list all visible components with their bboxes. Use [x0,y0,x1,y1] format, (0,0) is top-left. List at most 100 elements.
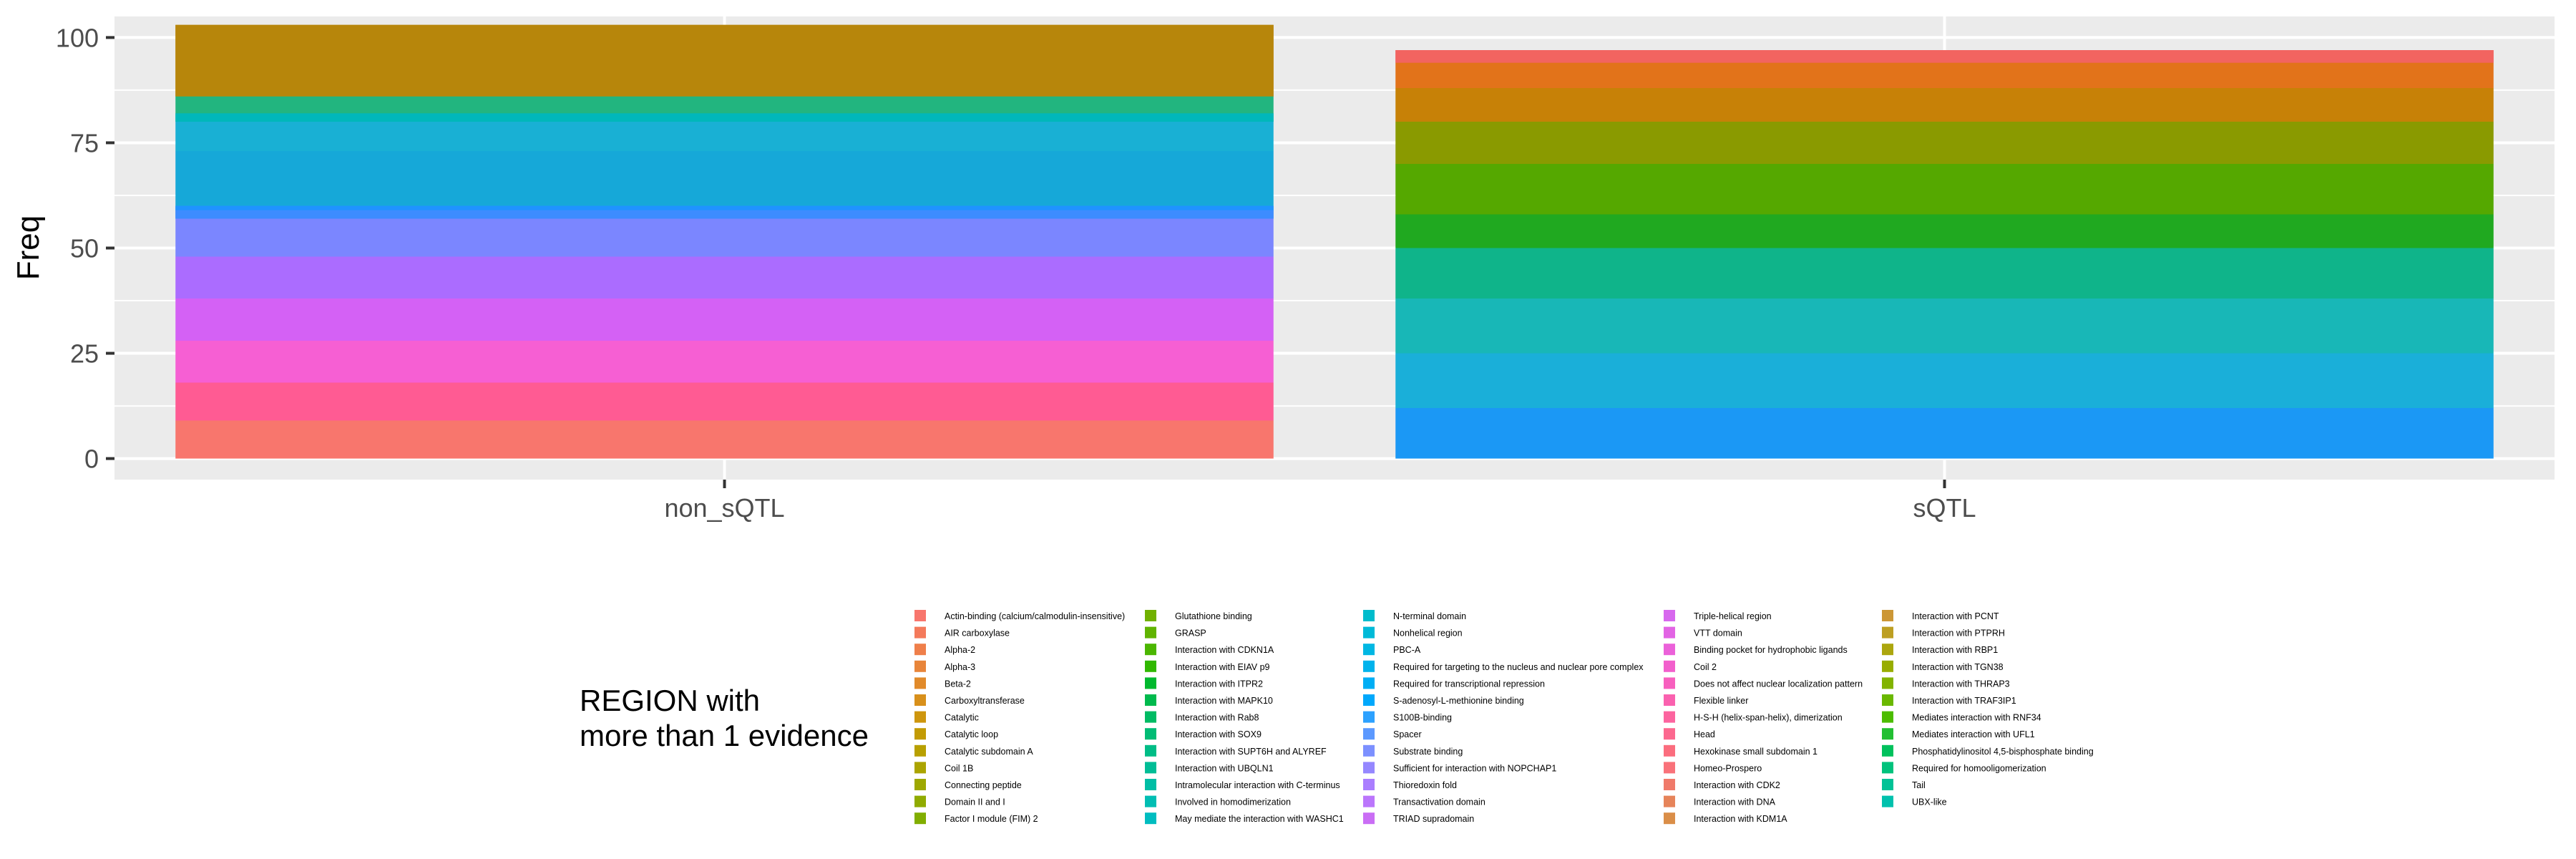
legend-item: Does not affect nuclear localization pat… [1664,677,1863,689]
legend-item: Homeo-Prospero [1664,762,1762,774]
legend-swatch [914,812,926,825]
legend-label: Substrate binding [1393,747,1463,757]
legend-label: TRIAD supradomain [1393,814,1474,824]
legend-item: UBX-like [1882,795,1947,807]
legend-label: PBC-A [1393,645,1421,655]
legend-item: Interaction with SUPT6H and ALYREF [1145,744,1327,757]
legend-swatch [914,728,926,740]
legend-label: Domain II and I [945,797,1005,807]
legend-swatch [1145,626,1156,639]
legend-item: Interaction with SOX9 [1145,728,1262,740]
legend-label: Alpha-3 [945,662,975,672]
legend-item: Involved in homodimerization [1145,795,1291,807]
legend-label: Homeo-Prospero [1694,763,1762,773]
legend-swatch [1145,779,1156,790]
legend-swatch [1363,728,1375,740]
bar-segment [1395,50,2494,63]
y-tick-label: 100 [56,23,99,52]
legend-label: VTT domain [1694,629,1742,639]
y-tick-label: 50 [70,234,99,263]
legend-title-line: REGION with [580,684,760,717]
legend-swatch [1882,728,1893,740]
legend-swatch [1882,762,1893,774]
bar-sQTL [1395,50,2494,459]
legend-label: Involved in homodimerization [1175,797,1291,807]
legend-item: Coil 1B [914,762,973,774]
legend-swatch [1882,694,1893,706]
legend-swatch [1882,660,1893,672]
legend-swatch [1664,694,1675,706]
legend-item: Substrate binding [1363,744,1463,757]
legend-swatch [1664,677,1675,689]
legend-item: Interaction with Rab8 [1145,711,1259,723]
legend-label: Interaction with THRAP3 [1912,679,2010,689]
legend-label: Interaction with ITPR2 [1175,679,1263,689]
y-axis-title: Freq [11,215,46,280]
legend-swatch [914,626,926,639]
legend-swatch [1363,610,1375,621]
legend-swatch [1664,795,1675,807]
legend-swatch [1145,762,1156,774]
legend-label: Interaction with PTPRH [1912,629,2005,639]
legend-item: Carboxyltransferase [914,694,1025,706]
legend-item: Flexible linker [1664,694,1748,706]
legend-item: Mediates interaction with UFL1 [1882,728,2035,740]
legend-swatch [914,660,926,672]
legend-label: Phosphatidylinositol 4,5-bisphosphate bi… [1912,747,2094,757]
legend-swatch [914,644,926,656]
legend-item: Interaction with THRAP3 [1882,677,2010,689]
bar-non_sQTL [175,24,1274,459]
legend-swatch [1363,812,1375,825]
legend-swatch [914,677,926,689]
legend-item: TRIAD supradomain [1363,812,1474,825]
legend-swatch [1882,744,1893,757]
legend-label: Interaction with Rab8 [1175,713,1259,723]
bar-segment [175,24,1274,97]
legend-item: Interaction with UBQLN1 [1145,762,1274,774]
legend-item: Interaction with DNA [1664,795,1776,807]
legend-item: Coil 2 [1664,660,1717,672]
legend-label: Spacer [1393,729,1422,739]
legend-swatch [1882,644,1893,656]
legend-label: Mediates interaction with UFL1 [1912,729,2035,739]
legend-swatch [1882,626,1893,639]
legend-swatch [1664,779,1675,790]
legend-swatch [1882,677,1893,689]
legend-label: S-adenosyl-L-methionine binding [1393,696,1524,706]
legend-swatch [1145,795,1156,807]
legend-label: Interaction with RBP1 [1912,645,1998,655]
legend-label: Required for targeting to the nucleus an… [1393,662,1644,672]
legend-swatch [914,779,926,790]
legend-swatch [1363,626,1375,639]
legend-item: Nonhelical region [1363,626,1463,639]
legend-label: GRASP [1175,629,1206,639]
legend-item: Interaction with KDM1A [1664,812,1787,825]
legend-label: Coil 2 [1694,662,1717,672]
x-tick-label: non_sQTL [664,493,784,523]
bar-segment [175,205,1274,210]
legend-item: Catalytic subdomain A [914,744,1033,757]
legend-label: Interaction with KDM1A [1694,814,1787,824]
legend-swatch [914,694,926,706]
legend-item: Head [1664,728,1715,740]
legend-swatch [1363,660,1375,672]
legend-label: Interaction with CDKN1A [1175,645,1274,655]
legend-label: Head [1694,729,1715,739]
legend-swatch [1664,762,1675,774]
legend-item: GRASP [1145,626,1206,639]
legend-swatch [1664,644,1675,656]
chart: 0 25 50 75 100 non_sQTL sQTL Freq REGION with… [11,16,2555,825]
legend-label: Interaction with TRAF3IP1 [1912,696,2016,706]
legend-swatch [1145,744,1156,757]
legend-swatch [1664,728,1675,740]
legend-item: VTT domain [1664,626,1742,639]
legend-label: Catalytic loop [945,729,998,739]
legend-swatch [1145,644,1156,656]
legend-item: Interaction with MAPK10 [1145,694,1273,706]
legend-item: S-adenosyl-L-methionine binding [1363,694,1524,706]
legend-item: Required for targeting to the nucleus an… [1363,660,1644,672]
legend-item: Actin-binding (calcium/calmodulin-insens… [914,610,1125,621]
legend-label: H-S-H (helix-span-helix), dimerization [1694,713,1843,723]
legend-swatch [1145,812,1156,825]
legend-label: Connecting peptide [945,780,1022,790]
